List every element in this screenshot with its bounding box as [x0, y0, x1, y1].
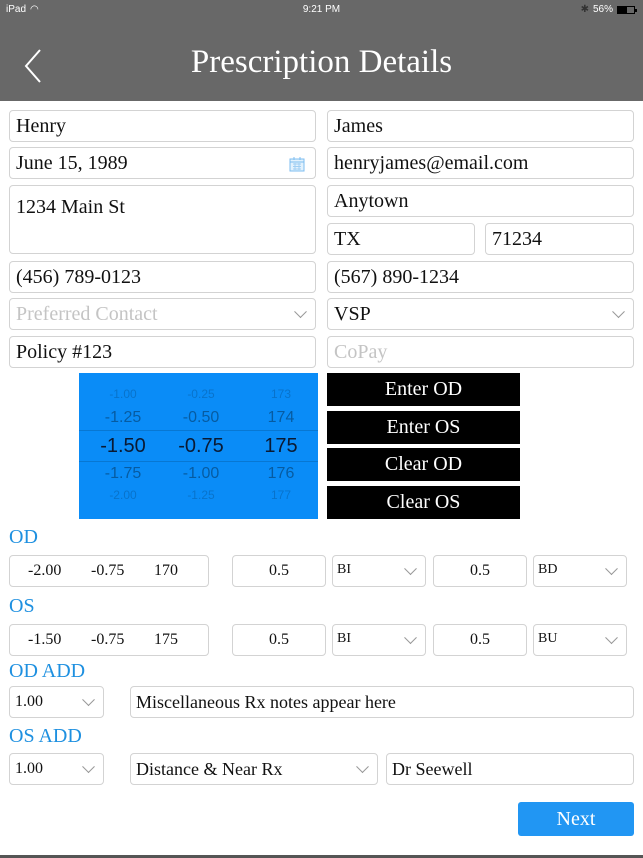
os-base1-value: BI [337, 631, 351, 646]
os-add-value: 1.00 [15, 760, 43, 777]
od-base1-select[interactable]: BI [332, 555, 426, 587]
clear-os-button[interactable]: Clear OS [327, 486, 520, 519]
picker-value[interactable]: 176 [241, 465, 318, 483]
picker-column-3[interactable]: 173 174 175 176 177 [241, 373, 318, 519]
od-axis: 170 [154, 562, 178, 579]
last-name-input[interactable]: James [327, 110, 634, 142]
nav-bar: Prescription Details [0, 20, 643, 101]
od-add-select[interactable]: 1.00 [9, 686, 104, 718]
chevron-down-icon [82, 760, 95, 774]
picker-selected-value[interactable]: 175 [241, 435, 318, 458]
chevron-down-icon [605, 631, 618, 645]
copay-input[interactable]: CoPay [327, 336, 634, 368]
clock: 9:21 PM [302, 4, 341, 15]
clear-od-button[interactable]: Clear OD [327, 448, 520, 481]
os-rx-input[interactable]: -1.50 -0.75 175 [9, 624, 209, 656]
rx-type-select[interactable]: Distance & Near Rx [130, 753, 378, 785]
picker-value[interactable]: -1.25 [161, 488, 241, 502]
od-add-label: OD ADD [9, 660, 86, 682]
os-base2-value: BU [538, 631, 558, 646]
rx-notes-input[interactable]: Miscellaneous Rx notes appear here [130, 686, 634, 718]
rx-picker-wheel[interactable]: -1.00 -1.25 -1.50 -1.75 -2.00 -0.25 -0.50 -0.75… [79, 373, 318, 519]
address-input[interactable]: 1234 Main St [9, 185, 316, 254]
od-prism1-input[interactable]: 0.5 [232, 555, 326, 587]
state-input[interactable]: TX [327, 223, 475, 255]
chevron-down-icon [404, 562, 417, 576]
od-prism2-input[interactable]: 0.5 [433, 555, 527, 587]
os-add-select[interactable]: 1.00 [9, 753, 104, 785]
preferred-contact-placeholder: Preferred Contact [16, 302, 158, 325]
rx-type-value: Distance & Near Rx [136, 758, 283, 779]
od-base1-value: BI [337, 562, 351, 577]
email-input[interactable]: henryjames@email.com [327, 147, 634, 179]
picker-value[interactable]: -0.25 [161, 387, 241, 401]
chevron-down-icon [605, 562, 618, 576]
picker-value[interactable]: -0.50 [161, 409, 241, 427]
insurance-value: VSP [334, 302, 371, 325]
picker-value[interactable]: 173 [241, 387, 318, 401]
od-label: OD [9, 526, 38, 548]
os-add-label: OS ADD [9, 725, 82, 747]
od-sphere: -2.00 [28, 562, 62, 579]
first-name-input[interactable]: Henry [9, 110, 316, 142]
picker-value[interactable]: 174 [241, 409, 318, 427]
bluetooth-icon: ✱ [580, 4, 589, 15]
doctor-input[interactable]: Dr Seewell [386, 753, 634, 785]
dob-input[interactable]: June 15, 1989 [9, 147, 316, 179]
picker-value[interactable]: -1.00 [83, 387, 163, 401]
od-base2-value: BD [538, 562, 558, 577]
chevron-down-icon [294, 305, 307, 319]
os-base2-select[interactable]: BU [533, 624, 627, 656]
picker-value[interactable]: 177 [241, 488, 318, 502]
picker-selected-value[interactable]: -0.75 [161, 435, 241, 458]
od-base2-select[interactable]: BD [533, 555, 627, 587]
page-title: Prescription Details [190, 44, 453, 80]
phone-primary-input[interactable]: (456) 789-0123 [9, 261, 316, 293]
picker-value[interactable]: -1.25 [83, 409, 163, 427]
picker-column-1[interactable]: -1.00 -1.25 -1.50 -1.75 -2.00 [83, 373, 163, 519]
chevron-down-icon [356, 760, 369, 774]
status-bar: iPad ◠ 9:21 PM ✱ 56% [0, 0, 643, 20]
os-prism1-input[interactable]: 0.5 [232, 624, 326, 656]
zip-input[interactable]: 71234 [485, 223, 634, 255]
insurance-select[interactable]: VSP [327, 298, 634, 330]
od-cylinder: -0.75 [91, 562, 125, 579]
enter-os-button[interactable]: Enter OS [327, 411, 520, 444]
dob-value: June 15, 1989 [16, 151, 128, 174]
phone-secondary-input[interactable]: (567) 890-1234 [327, 261, 634, 293]
picker-value[interactable]: -1.00 [161, 465, 241, 483]
enter-od-button[interactable]: Enter OD [327, 373, 520, 406]
battery-percent: 56% [592, 4, 613, 15]
preferred-contact-select[interactable]: Preferred Contact [9, 298, 316, 330]
battery-icon [617, 5, 637, 14]
next-button[interactable]: Next [518, 802, 634, 836]
city-input[interactable]: Anytown [327, 185, 634, 217]
os-cylinder: -0.75 [91, 631, 125, 648]
chevron-down-icon [404, 631, 417, 645]
od-add-value: 1.00 [15, 693, 43, 710]
os-label: OS [9, 595, 35, 617]
picker-value[interactable]: -2.00 [83, 488, 163, 502]
picker-column-2[interactable]: -0.25 -0.50 -0.75 -1.00 -1.25 [161, 373, 241, 519]
os-axis: 175 [154, 631, 178, 648]
picker-value[interactable]: -1.75 [83, 465, 163, 483]
od-rx-input[interactable]: -2.00 -0.75 170 [9, 555, 209, 587]
os-sphere: -1.50 [28, 631, 62, 648]
chevron-down-icon [82, 693, 95, 707]
calendar-icon[interactable] [289, 156, 305, 172]
policy-input[interactable]: Policy #123 [9, 336, 316, 368]
os-base1-select[interactable]: BI [332, 624, 426, 656]
picker-selected-value[interactable]: -1.50 [83, 435, 163, 458]
os-prism2-input[interactable]: 0.5 [433, 624, 527, 656]
chevron-down-icon [612, 305, 625, 319]
